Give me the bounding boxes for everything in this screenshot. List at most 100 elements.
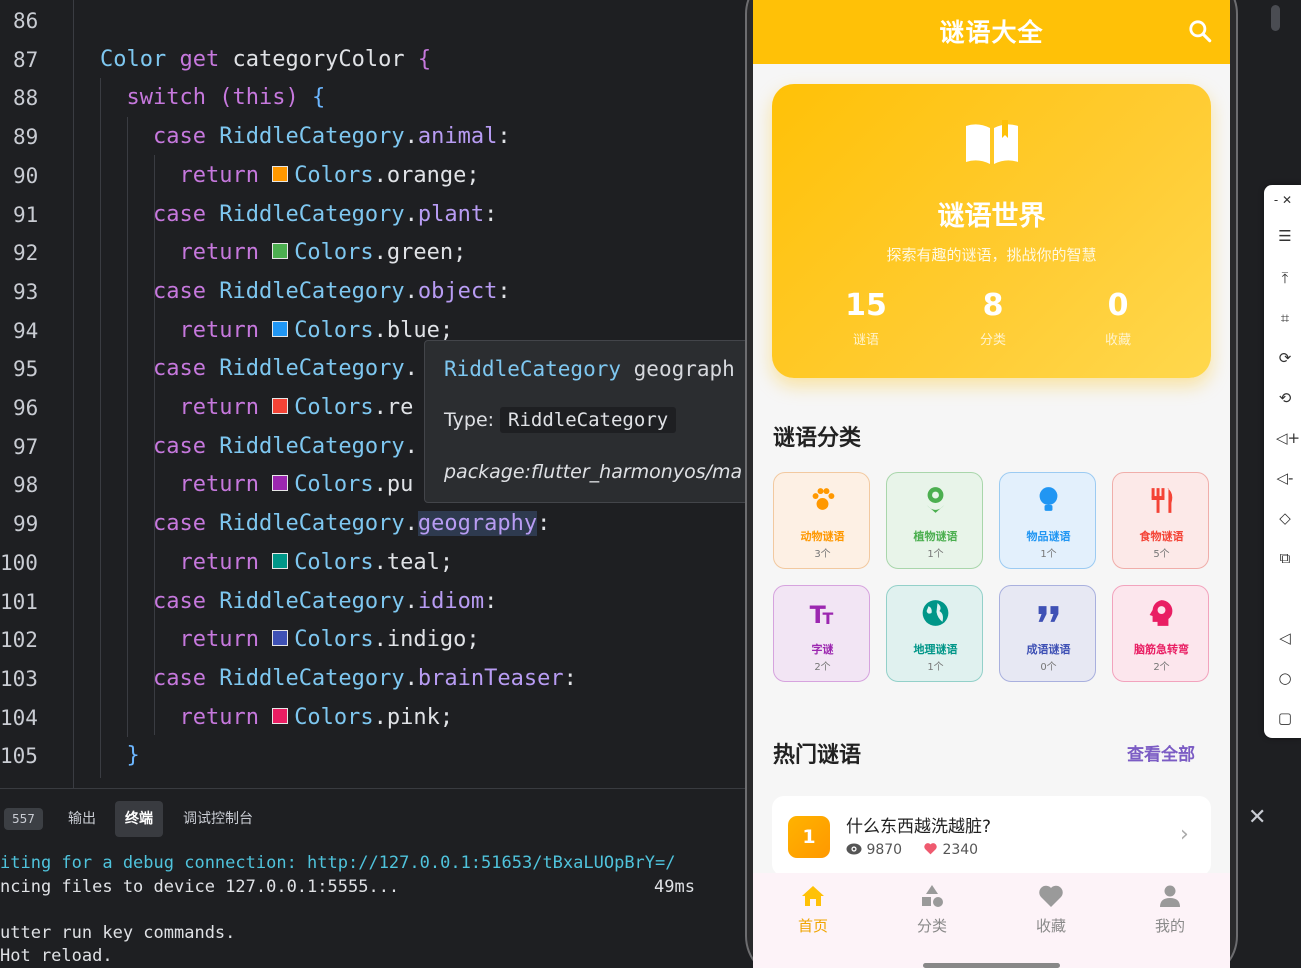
code-token: .pink; <box>373 704 454 730</box>
recents-icon[interactable]: ▢ <box>1276 709 1294 727</box>
code-token: .pu <box>373 472 414 498</box>
color-swatch-icon[interactable] <box>272 707 289 724</box>
code-token: . <box>404 201 418 227</box>
code-token: object <box>417 278 498 304</box>
code-text: case RiddleCategory.idiom: <box>100 583 497 622</box>
riddle-meta: 9870 2340 <box>846 842 978 858</box>
category-name: 成语谜语 <box>1026 643 1071 656</box>
see-all-link[interactable]: 查看全部 <box>1127 740 1195 765</box>
home-icon <box>802 886 824 906</box>
code-token: (this) <box>219 85 312 111</box>
category-card[interactable]: 植物谜语 1个 <box>886 472 983 569</box>
home-indicator[interactable] <box>923 963 1060 968</box>
color-swatch-icon[interactable] <box>272 475 289 492</box>
code-line[interactable]: 103 case RiddleCategory.brainTeaser: <box>0 660 750 699</box>
code-token: return <box>100 395 273 420</box>
back-icon[interactable]: ◁ <box>1276 629 1294 647</box>
category-card[interactable]: T T 字谜 2个 <box>773 585 870 682</box>
terminal-line[interactable]: iting for a debug connection: http://127… <box>0 853 676 873</box>
code-line[interactable]: 99 case RiddleCategory.geography: <box>0 505 750 544</box>
color-swatch-icon[interactable] <box>272 165 289 182</box>
category-count: 1个 <box>927 549 944 560</box>
app-title: 谜语大全 <box>939 18 1044 47</box>
tab-debug-console[interactable]: 调试控制台 <box>173 801 263 837</box>
code-text: case RiddleCategory. <box>100 350 418 389</box>
line-number: 91 <box>13 202 39 227</box>
panel-tabs: 557 输出 终端 调试控制台 <box>0 801 750 837</box>
code-token: return <box>100 549 273 575</box>
nav-item[interactable]: 首页 <box>773 883 853 936</box>
code-line[interactable]: 86 <box>0 2 750 41</box>
code-token: plant <box>417 201 485 227</box>
color-swatch-icon[interactable] <box>272 243 289 260</box>
scrollbar-thumb[interactable] <box>1271 5 1280 31</box>
code-token: { <box>311 85 326 111</box>
code-token: . <box>404 124 418 150</box>
color-swatch-icon[interactable] <box>272 630 289 647</box>
code-line[interactable]: 88 switch (this) { <box>0 79 750 118</box>
tab-output[interactable]: 输出 <box>58 801 106 837</box>
line-number: 102 <box>0 628 38 653</box>
crop-icon[interactable]: ⌗ <box>1276 309 1294 327</box>
rotate-icon[interactable]: ⟳ <box>1276 349 1294 367</box>
code-text: return Colors.pu <box>100 466 413 505</box>
volume-down-icon[interactable]: ◁- <box>1276 469 1294 487</box>
code-line[interactable]: 93 case RiddleCategory.object: <box>0 273 750 312</box>
color-swatch-icon[interactable] <box>272 320 289 337</box>
code-token: get <box>179 46 233 72</box>
category-card[interactable]: 动物谜语 3个 <box>773 472 870 569</box>
category-card[interactable]: 食物谜语 5个 <box>1112 472 1209 569</box>
tooltip-signature-class: RiddleCategory <box>444 357 622 381</box>
category-count: 5个 <box>1153 549 1170 560</box>
code-line[interactable]: 105 } <box>0 737 750 776</box>
color-swatch-icon[interactable] <box>272 552 289 569</box>
nav-item[interactable]: 分类 <box>892 883 972 936</box>
nav-item[interactable]: 收藏 <box>1011 883 1091 936</box>
code-line[interactable]: 92 return Colors.green; <box>0 234 750 273</box>
search-icon[interactable] <box>1187 18 1213 44</box>
code-line[interactable]: 87 Color get categoryColor { <box>0 41 750 80</box>
code-line[interactable]: 90 return Colors.orange; <box>0 157 750 196</box>
problems-badge[interactable]: 557 <box>4 808 43 830</box>
code-token: : <box>537 511 551 537</box>
category-card[interactable]: 物品谜语 1个 <box>999 472 1096 569</box>
tab-terminal[interactable]: 终端 <box>115 801 163 837</box>
code-text: case RiddleCategory.brainTeaser: <box>100 660 577 699</box>
app-bar: 谜语大全 <box>753 0 1230 64</box>
category-card[interactable]: 成语谜语 0个 <box>999 585 1096 682</box>
category-card[interactable]: 地理谜语 1个 <box>886 585 983 682</box>
code-line[interactable]: 104 return Colors.pink; <box>0 699 750 738</box>
pin-top-icon[interactable]: ⤒ <box>1276 269 1294 287</box>
category-name: 脑筋急转弯 <box>1134 643 1189 656</box>
volume-up-icon[interactable]: ◁+ <box>1276 429 1300 447</box>
code-line[interactable]: 101 case RiddleCategory.idiom: <box>0 583 750 622</box>
nav-item[interactable]: 我的 <box>1130 883 1210 936</box>
code-line[interactable]: 100 return Colors.teal; <box>0 544 750 583</box>
code-line[interactable]: 91 case RiddleCategory.plant: <box>0 196 750 235</box>
code-line[interactable]: 102 return Colors.indigo; <box>0 621 750 660</box>
phone-screen: 谜语大全 谜语世界 探索有趣的谜语，挑战你的智慧 15 谜语 8 分类 0 收藏 <box>753 0 1230 968</box>
code-line[interactable]: 89 case RiddleCategory.animal: <box>0 118 750 157</box>
code-token: RiddleCategory <box>219 511 405 537</box>
minimize-close-icon[interactable]: - ✕ <box>1268 191 1298 209</box>
code-text: case RiddleCategory.object: <box>100 273 511 312</box>
code-token: case <box>100 588 220 614</box>
code-token: case <box>100 511 220 537</box>
eraser-icon[interactable]: ◇ <box>1276 509 1294 527</box>
code-text: case RiddleCategory.geography: <box>100 505 550 544</box>
category-card[interactable]: 脑筋急转弯 2个 <box>1112 585 1209 682</box>
rotate-left-icon[interactable]: ⟲ <box>1276 389 1294 407</box>
hot-riddle-card[interactable]: 1 什么东西越洗越脏? 9870 2340 › <box>772 796 1211 876</box>
line-number: 105 <box>0 744 38 769</box>
screenshot-icon[interactable]: ⧉ <box>1276 549 1294 567</box>
terminal-line: ncing files to device 127.0.0.1:5555... <box>0 877 400 897</box>
text-icon: TT <box>810 601 834 628</box>
code-token: RiddleCategory <box>219 201 405 227</box>
color-swatch-icon[interactable] <box>272 398 289 414</box>
code-token: return <box>100 317 273 343</box>
close-icon[interactable]: ✕ <box>1248 806 1266 830</box>
menu-icon[interactable]: ☰ <box>1276 227 1294 245</box>
home-icon[interactable]: ○ <box>1276 669 1294 687</box>
line-number: 96 <box>13 396 39 420</box>
line-number: 88 <box>13 86 39 111</box>
